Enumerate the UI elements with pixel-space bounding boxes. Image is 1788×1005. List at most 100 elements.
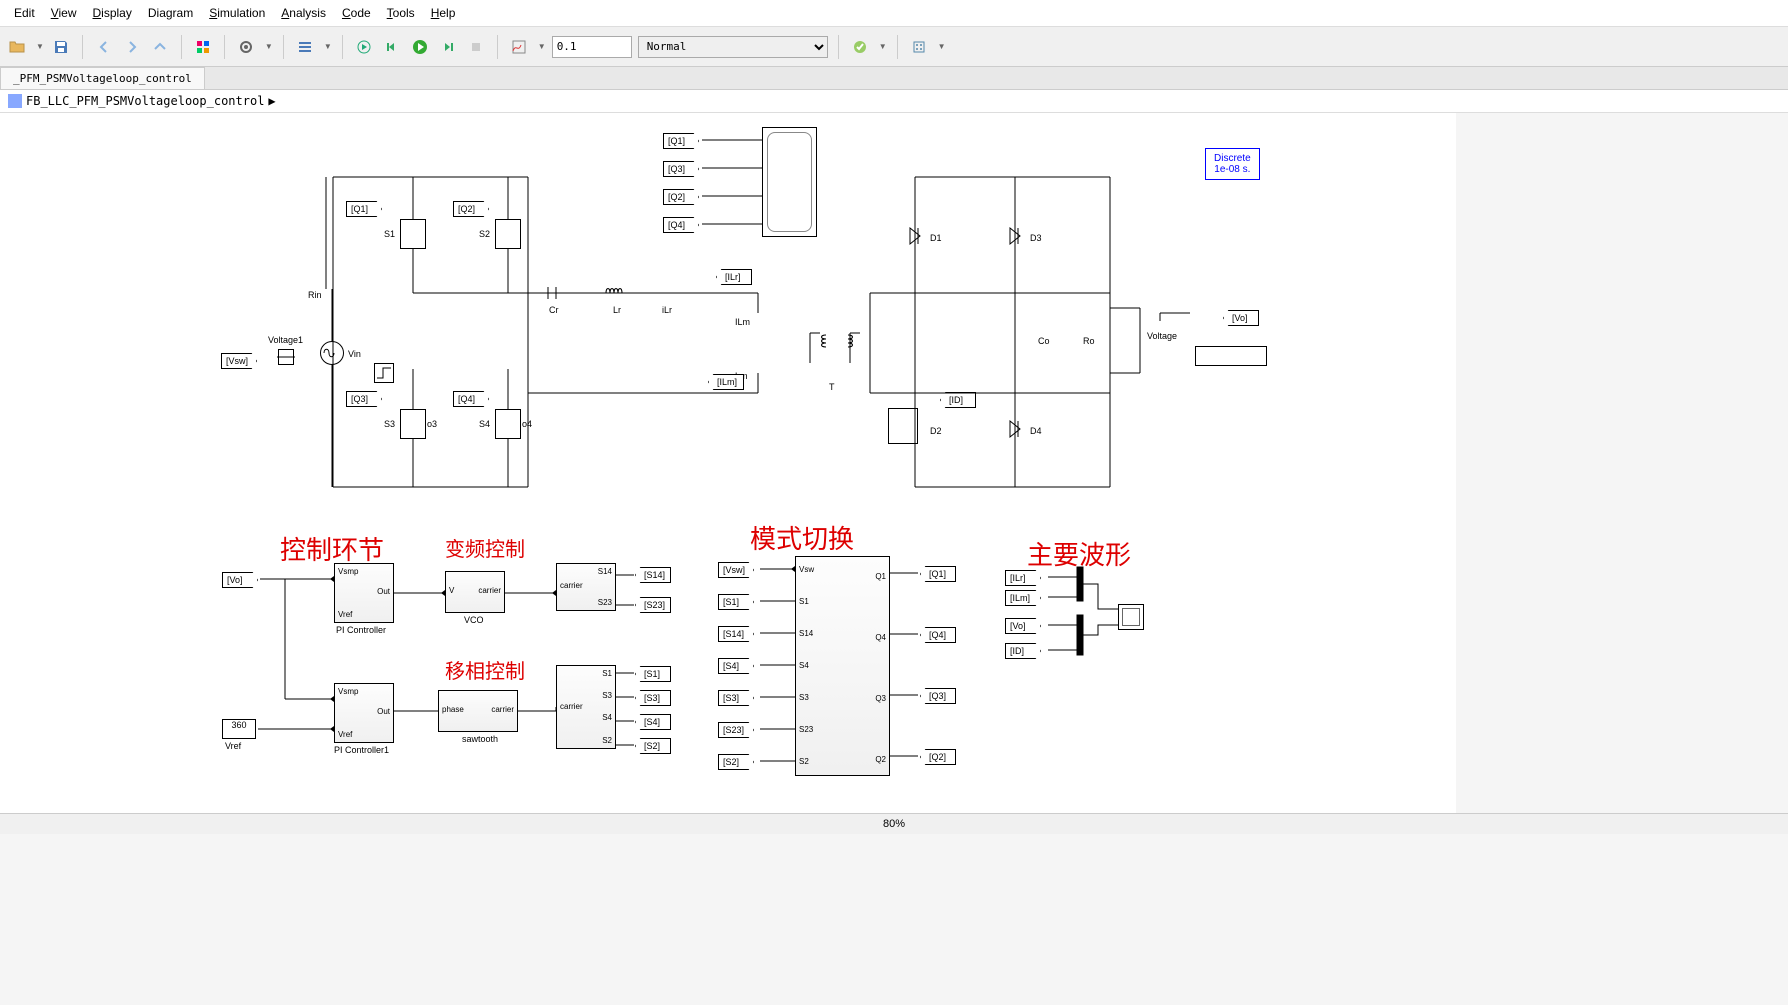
tag-s2-from-ms[interactable]: [S2] [718, 754, 754, 770]
zoom-level: 80% [883, 818, 905, 830]
tag-s23-goto[interactable]: [S23] [635, 597, 671, 613]
switch-s4-block[interactable] [495, 409, 521, 439]
display-block[interactable] [1195, 346, 1267, 366]
tag-vsw-from-ms[interactable]: [Vsw] [718, 562, 754, 578]
dropdown-icon[interactable]: ▼ [879, 42, 887, 51]
diode-d2-block[interactable] [888, 408, 918, 444]
tag-vo-goto[interactable]: [Vo] [1223, 310, 1259, 326]
tag-q4-from[interactable]: [Q4] [663, 217, 699, 233]
stop-time-input[interactable] [552, 36, 632, 58]
pwm-s14s23-subsystem[interactable]: carrier S14 S23 [556, 563, 616, 611]
tag-id-goto[interactable]: [ID] [940, 392, 976, 408]
dropdown-icon[interactable]: ▼ [538, 42, 546, 51]
tag-ilr-goto[interactable]: [ILr] [716, 269, 752, 285]
tag-q1-goto-ms[interactable]: [Q1] [920, 566, 956, 582]
tag-s4-from-ms[interactable]: [S4] [718, 658, 754, 674]
menu-simulation[interactable]: Simulation [203, 4, 271, 22]
build-button[interactable] [849, 36, 871, 58]
model-canvas[interactable]: Discrete 1e-08 s. [Q1] [Q3] [Q2] [Q4] [V… [0, 113, 1456, 813]
tag-id-from-wf[interactable]: [ID] [1005, 643, 1041, 659]
save-button[interactable] [50, 36, 72, 58]
tag-s3-goto[interactable]: [S3] [635, 690, 671, 706]
tag-vsw-goto[interactable]: [Vsw] [221, 353, 257, 369]
pi-controller-subsystem[interactable]: Vsmp Vref Out [334, 563, 394, 623]
tag-q2-goto-ms[interactable]: [Q2] [920, 749, 956, 765]
tag-q1-goto[interactable]: [Q1] [346, 201, 382, 217]
tag-s3-from-ms[interactable]: [S3] [718, 690, 754, 706]
tag-s1-goto[interactable]: [S1] [635, 666, 671, 682]
powergui-block[interactable]: Discrete 1e-08 s. [1205, 148, 1260, 180]
tag-s1-from-ms[interactable]: [S1] [718, 594, 754, 610]
step-forward-button[interactable] [437, 36, 459, 58]
stop-button[interactable] [465, 36, 487, 58]
pwm-s1234-subsystem[interactable]: carrier S1 S3 S4 S2 [556, 665, 616, 749]
scope-waveform[interactable] [1118, 604, 1144, 630]
stop-icon [468, 39, 484, 55]
back-button[interactable] [93, 36, 115, 58]
tag-q2-from[interactable]: [Q2] [663, 189, 699, 205]
deploy-button[interactable] [908, 36, 930, 58]
config-button[interactable] [235, 36, 257, 58]
tag-s2-goto[interactable]: [S2] [635, 738, 671, 754]
tag-q1-from[interactable]: [Q1] [663, 133, 699, 149]
mode-switch-subsystem[interactable]: Vsw S1 S14 S4 S3 S23 S2 Q1 Q4 Q3 Q2 [795, 556, 890, 776]
switch-s1-block[interactable] [400, 219, 426, 249]
menu-display[interactable]: Display [87, 4, 138, 22]
pi-controller1-subsystem[interactable]: Vsmp Vref Out [334, 683, 394, 743]
menu-edit[interactable]: Edit [8, 4, 41, 22]
tag-s14-goto[interactable]: [S14] [635, 567, 671, 583]
label-vco: VCO [464, 615, 484, 625]
sawtooth-subsystem[interactable]: phase carrier [438, 690, 518, 732]
tag-q3-from[interactable]: [Q3] [663, 161, 699, 177]
tag-vo-from-wf[interactable]: [Vo] [1005, 618, 1041, 634]
model-explorer-button[interactable] [294, 36, 316, 58]
vin-source-block[interactable] [320, 341, 344, 365]
tag-ilm-from-wf[interactable]: [ILm] [1005, 590, 1041, 606]
tab-model[interactable]: _PFM_PSMVoltageloop_control [0, 67, 205, 89]
menu-code[interactable]: Code [336, 4, 377, 22]
tag-q4-goto-ms[interactable]: [Q4] [920, 627, 956, 643]
fast-restart-button[interactable] [353, 36, 375, 58]
tag-q2-goto[interactable]: [Q2] [453, 201, 489, 217]
menu-diagram[interactable]: Diagram [142, 4, 199, 22]
chevron-right-icon[interactable]: ▶ [268, 94, 275, 108]
vco-subsystem[interactable]: V carrier [445, 571, 505, 613]
tag-s23-from-ms[interactable]: [S23] [718, 722, 754, 738]
step-block[interactable] [374, 363, 394, 383]
vref-const-block[interactable]: 360 [222, 719, 256, 739]
dropdown-icon[interactable]: ▼ [324, 42, 332, 51]
open-button[interactable] [6, 36, 28, 58]
switch-s3-block[interactable] [400, 409, 426, 439]
title-vfc: 变频控制 [445, 533, 525, 562]
tag-ilm-goto[interactable]: [ILm] [708, 374, 744, 390]
model-icon [8, 94, 22, 108]
menu-help[interactable]: Help [425, 4, 462, 22]
tag-q3-goto-ms[interactable]: [Q3] [920, 688, 956, 704]
data-inspector-button[interactable] [508, 36, 530, 58]
dropdown-icon[interactable]: ▼ [265, 42, 273, 51]
scope-q-signals[interactable] [762, 127, 817, 237]
menu-tools[interactable]: Tools [381, 4, 421, 22]
forward-button[interactable] [121, 36, 143, 58]
tag-s4-goto[interactable]: [S4] [635, 714, 671, 730]
tag-s14-from-ms[interactable]: [S14] [718, 626, 754, 642]
tag-vo-from[interactable]: [Vo] [222, 572, 258, 588]
sim-mode-select[interactable]: Normal [638, 36, 828, 58]
dropdown-icon[interactable]: ▼ [938, 42, 946, 51]
up-button[interactable] [149, 36, 171, 58]
label-d1: D1 [930, 233, 942, 243]
voltage-measure-block[interactable] [278, 349, 294, 365]
step-back-button[interactable] [381, 36, 403, 58]
library-browser-button[interactable] [192, 36, 214, 58]
tag-q3-goto[interactable]: [Q3] [346, 391, 382, 407]
label-t: T [829, 382, 835, 392]
menu-view[interactable]: View [45, 4, 83, 22]
dropdown-icon[interactable]: ▼ [36, 42, 44, 51]
switch-s2-block[interactable] [495, 219, 521, 249]
tag-ilr-from-wf[interactable]: [ILr] [1005, 570, 1041, 586]
tag-q4-goto[interactable]: [Q4] [453, 391, 489, 407]
run-button[interactable] [409, 36, 431, 58]
title-waveform: 主要波形 [1027, 535, 1131, 572]
breadcrumb-item[interactable]: FB_LLC_PFM_PSMVoltageloop_control [26, 94, 264, 108]
menu-analysis[interactable]: Analysis [275, 4, 332, 22]
